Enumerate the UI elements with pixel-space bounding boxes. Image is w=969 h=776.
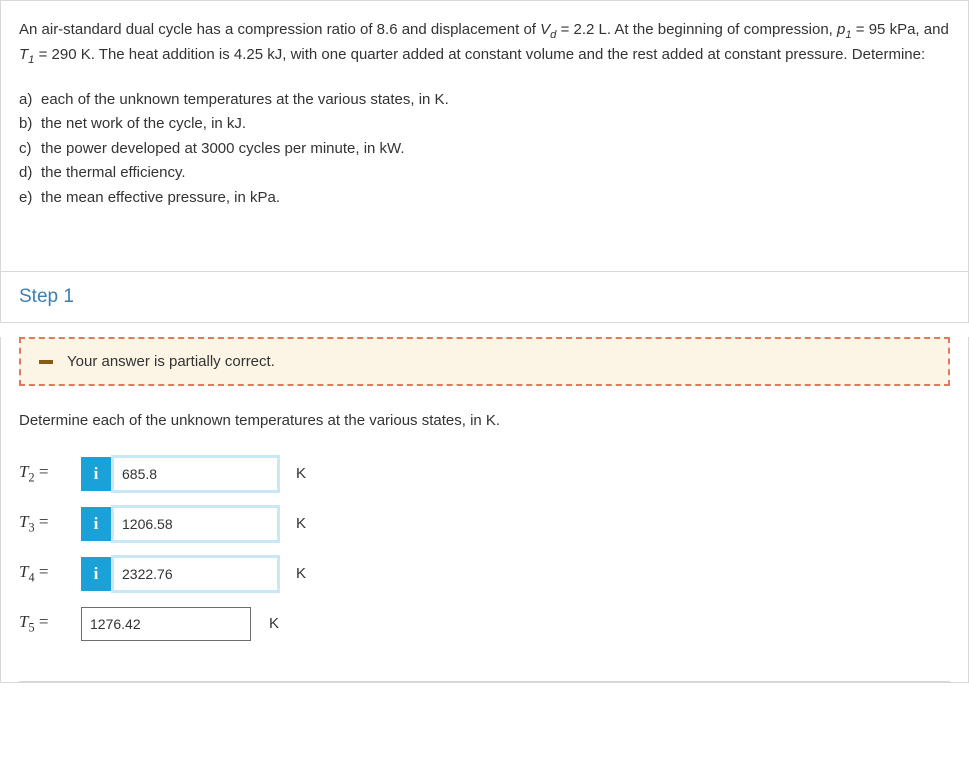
variable-label: T2 = [19,462,69,485]
question-part: c)the power developed at 3000 cycles per… [19,138,950,161]
unit-label: K [269,615,279,632]
input-wrap: i [81,457,278,491]
question-part: e)the mean effective pressure, in kPa. [19,187,950,210]
question-parts-list: a)each of the unknown temperatures at th… [19,89,950,210]
feedback-box: Your answer is partially correct. [19,337,950,386]
input-wrap: i [81,507,278,541]
variable-label: T5 = [19,612,69,635]
part-label: b) [19,113,41,136]
unit-label: K [296,515,306,532]
info-icon[interactable]: i [81,557,111,591]
part-label: c) [19,138,41,161]
question-part: a)each of the unknown temperatures at th… [19,89,950,112]
variable-label: T4 = [19,562,69,585]
step-body-panel: Your answer is partially correct. Determ… [0,337,969,683]
part-label: e) [19,187,41,210]
answer-input-t2[interactable] [113,457,278,491]
answer-row-t2: T2 = i K [19,457,968,491]
answer-input-t4[interactable] [113,557,278,591]
part-text: the power developed at 3000 cycles per m… [41,140,405,157]
unit-label: K [296,465,306,482]
question-panel: An air-standard dual cycle has a compres… [0,0,969,272]
answer-input-t3[interactable] [113,507,278,541]
part-text: each of the unknown temperatures at the … [41,91,449,108]
part-label: a) [19,89,41,112]
question-part: b)the net work of the cycle, in kJ. [19,113,950,136]
info-icon[interactable]: i [81,457,111,491]
part-label: d) [19,162,41,185]
part-text: the net work of the cycle, in kJ. [41,115,246,132]
feedback-text: Your answer is partially correct. [67,353,275,370]
variable-label: T3 = [19,512,69,535]
answer-row-t4: T4 = i K [19,557,968,591]
answer-row-t3: T3 = i K [19,507,968,541]
info-icon[interactable]: i [81,507,111,541]
unit-label: K [296,565,306,582]
input-wrap: i [81,557,278,591]
step-prompt: Determine each of the unknown temperatur… [19,410,950,433]
step-title: Step 1 [1,272,968,322]
answer-input-t5[interactable] [81,607,251,641]
part-text: the thermal efficiency. [41,164,186,181]
answer-row-t5: T5 = K [19,607,968,641]
part-text: the mean effective pressure, in kPa. [41,189,280,206]
minus-icon [39,360,53,364]
input-wrap [81,607,251,641]
question-text: An air-standard dual cycle has a compres… [19,19,950,69]
divider [19,681,950,682]
question-part: d)the thermal efficiency. [19,162,950,185]
step-panel: Step 1 [0,272,969,323]
answer-rows: T2 = i K T3 = i K T4 = i K T5 = [19,457,968,641]
